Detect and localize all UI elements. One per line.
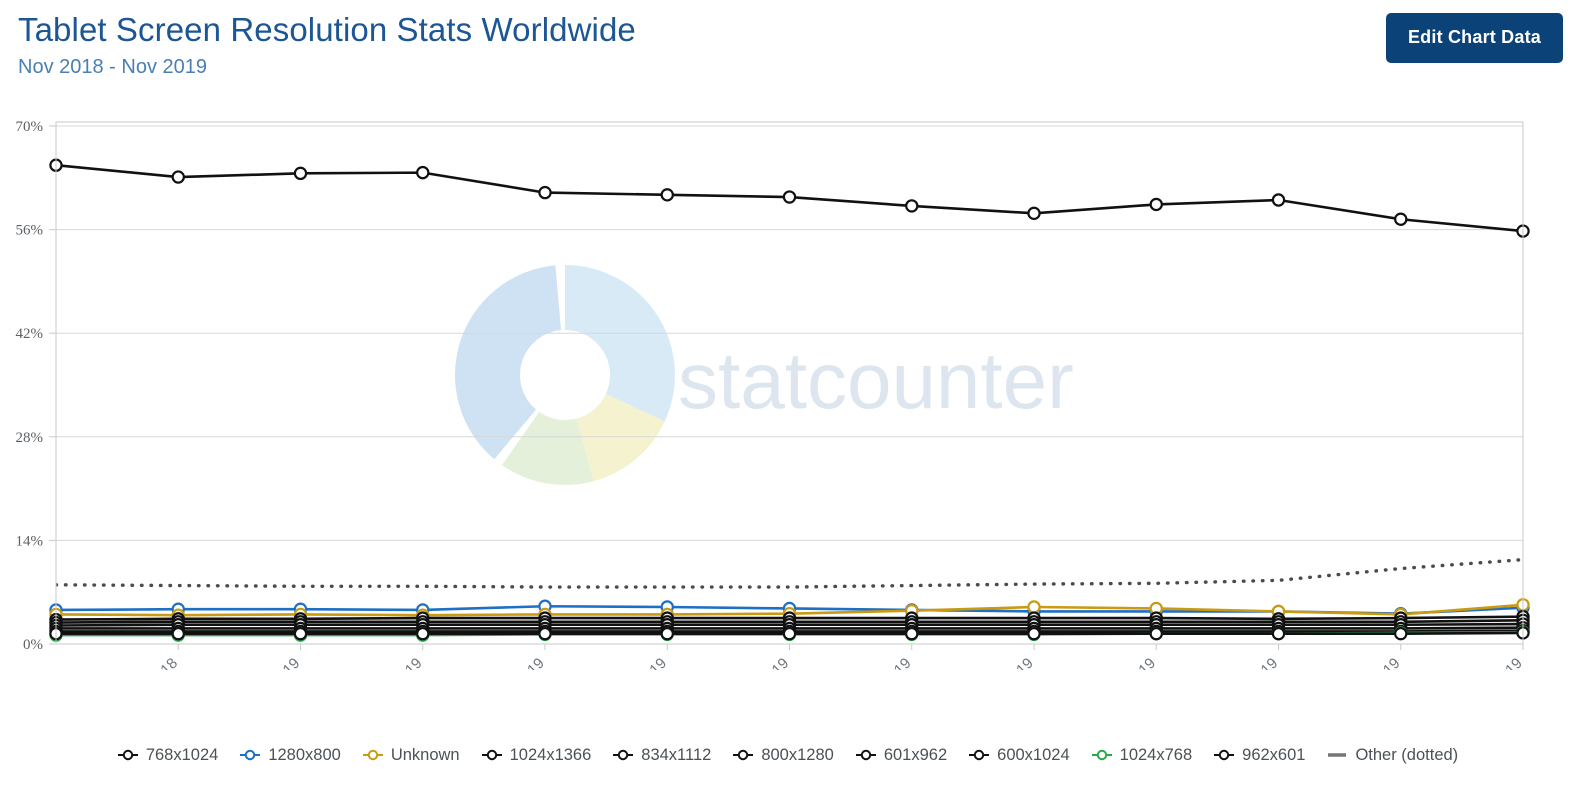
legend-item[interactable]: 962x601 — [1213, 746, 1305, 765]
legend-item-label: 1024x1366 — [509, 745, 592, 764]
chart-container: statcounter 0% 14% 28% 42% 56% 70% Dec 2018 Ja… — [0, 110, 1575, 670]
data-point-marker[interactable] — [1027, 600, 1041, 614]
x-axis-tick-label: Aug 2019 — [1102, 655, 1159, 670]
diamond-ring-icon — [1214, 749, 1235, 761]
data-point-marker[interactable] — [538, 626, 552, 641]
x-axis-tick-label: Nov 2019 — [1468, 655, 1525, 670]
data-point-marker[interactable] — [782, 626, 797, 641]
x-axis-tick-label: Sept 2019 — [1221, 655, 1281, 670]
y-axis-tick-label: 70% — [16, 119, 44, 135]
title-block: Tablet Screen Resolution Stats Worldwide… — [18, 8, 636, 80]
data-point-marker[interactable] — [905, 626, 919, 641]
chart-legend: 768x1024 1280x800 Unknown 1024x1366 834x1112… — [0, 735, 1575, 775]
legend-item-label: 962x601 — [1242, 745, 1306, 764]
x-axis-tick-label: Apr 2019 — [615, 655, 670, 670]
x-axis-tick-label: June 2019 — [853, 655, 915, 670]
series-line — [56, 557, 1524, 589]
diamond-ring-icon — [733, 749, 754, 761]
legend-item-label: 601x962 — [883, 745, 948, 764]
x-axis-tick-label: Dec 2018 — [124, 655, 181, 670]
y-axis-tick-label: 14% — [16, 533, 44, 549]
legend-item[interactable]: 800x1280 — [732, 746, 834, 765]
data-point-marker[interactable] — [416, 626, 430, 641]
diamond-ring-icon — [362, 749, 383, 761]
line-chart: statcounter 0% 14% 28% 42% 56% 70% Dec 2018 Ja… — [16, 119, 1530, 670]
data-point-marker[interactable] — [171, 170, 185, 184]
data-point-marker[interactable] — [1271, 193, 1286, 207]
data-point-marker[interactable] — [1394, 212, 1408, 226]
legend-item[interactable]: 601x962 — [855, 746, 947, 765]
x-axis-tick-label: May 2019 — [734, 655, 793, 670]
chart-header: Tablet Screen Resolution Stats Worldwide… — [0, 0, 1575, 110]
diamond-ring-icon — [1091, 749, 1112, 761]
statcounter-watermark: statcounter — [455, 265, 1074, 485]
data-point-marker[interactable] — [660, 626, 674, 641]
page-title: Tablet Screen Resolution Stats Worldwide — [18, 11, 636, 48]
legend-item[interactable]: 768x1024 — [117, 745, 219, 765]
data-point-marker[interactable] — [1271, 626, 1286, 641]
x-axis-tick-label: Jan 2019 — [248, 655, 304, 670]
data-point-marker[interactable] — [293, 626, 308, 641]
legend-item-label: Other (dotted) — [1355, 745, 1459, 764]
data-point-marker[interactable] — [538, 185, 552, 200]
diamond-ring-icon — [481, 749, 502, 761]
x-axis-tick-label: July 2019 — [979, 655, 1036, 670]
legend-item-label: 768x1024 — [145, 745, 219, 764]
data-point-marker[interactable] — [1394, 626, 1408, 641]
data-point-marker[interactable] — [1149, 197, 1163, 212]
line-swatch-icon — [1328, 753, 1347, 757]
legend-item-label: 600x1024 — [997, 745, 1070, 764]
y-axis-tick-label: 28% — [16, 430, 44, 446]
legend-item-label: 1024x768 — [1119, 745, 1193, 764]
data-point-marker[interactable] — [293, 166, 308, 181]
legend-item-label: Unknown — [390, 745, 460, 764]
diamond-ring-icon — [613, 749, 634, 761]
legend-item[interactable]: 600x1024 — [968, 746, 1070, 765]
legend-item-label: 800x1280 — [761, 745, 834, 764]
x-axis-tick-label: Feb 2019 — [369, 655, 426, 670]
data-point-marker[interactable] — [782, 190, 797, 204]
diamond-ring-icon — [969, 749, 990, 761]
y-axis-tick-label: 0% — [23, 637, 43, 653]
legend-item-label: 834x1112 — [641, 745, 712, 764]
y-axis-tick-label: 56% — [16, 223, 44, 239]
legend-item-label: 1280x800 — [268, 745, 341, 764]
legend-item[interactable]: Other (dotted) — [1326, 746, 1458, 765]
svg-text:statcounter: statcounter — [678, 336, 1074, 425]
data-point-marker[interactable] — [416, 165, 430, 180]
diamond-ring-icon — [240, 749, 261, 761]
data-point-marker[interactable] — [1027, 626, 1041, 641]
data-point-marker[interactable] — [905, 199, 919, 213]
x-axis-tick-label: Oct 2019 — [1349, 655, 1404, 670]
y-axis-tick-label: 42% — [16, 326, 44, 342]
data-point-marker[interactable] — [1149, 626, 1163, 641]
legend-item[interactable]: 834x1112 — [612, 746, 711, 765]
diamond-ring-icon — [855, 749, 876, 761]
edit-chart-data-button[interactable]: Edit Chart Data — [1385, 13, 1563, 63]
diamond-ring-icon — [117, 749, 138, 761]
x-axis-tick-label: Mar 2019 — [491, 655, 548, 670]
data-point-marker[interactable] — [1027, 206, 1041, 221]
legend-item[interactable]: 1280x800 — [239, 746, 341, 765]
legend-item[interactable]: 1024x1366 — [481, 745, 592, 765]
date-range-subtitle: Nov 2018 - Nov 2019 — [18, 56, 208, 78]
legend-item[interactable]: 1024x768 — [1091, 745, 1193, 765]
data-point-marker[interactable] — [171, 626, 185, 641]
data-point-marker[interactable] — [660, 188, 674, 202]
legend-item[interactable]: Unknown — [362, 746, 460, 765]
x-axis-labels: Dec 2018 Jan 2019 Feb 2019 Mar 2019 Apr 2019… — [124, 644, 1526, 670]
y-axis-labels: 0% 14% 28% 42% 56% 70% — [16, 119, 44, 653]
